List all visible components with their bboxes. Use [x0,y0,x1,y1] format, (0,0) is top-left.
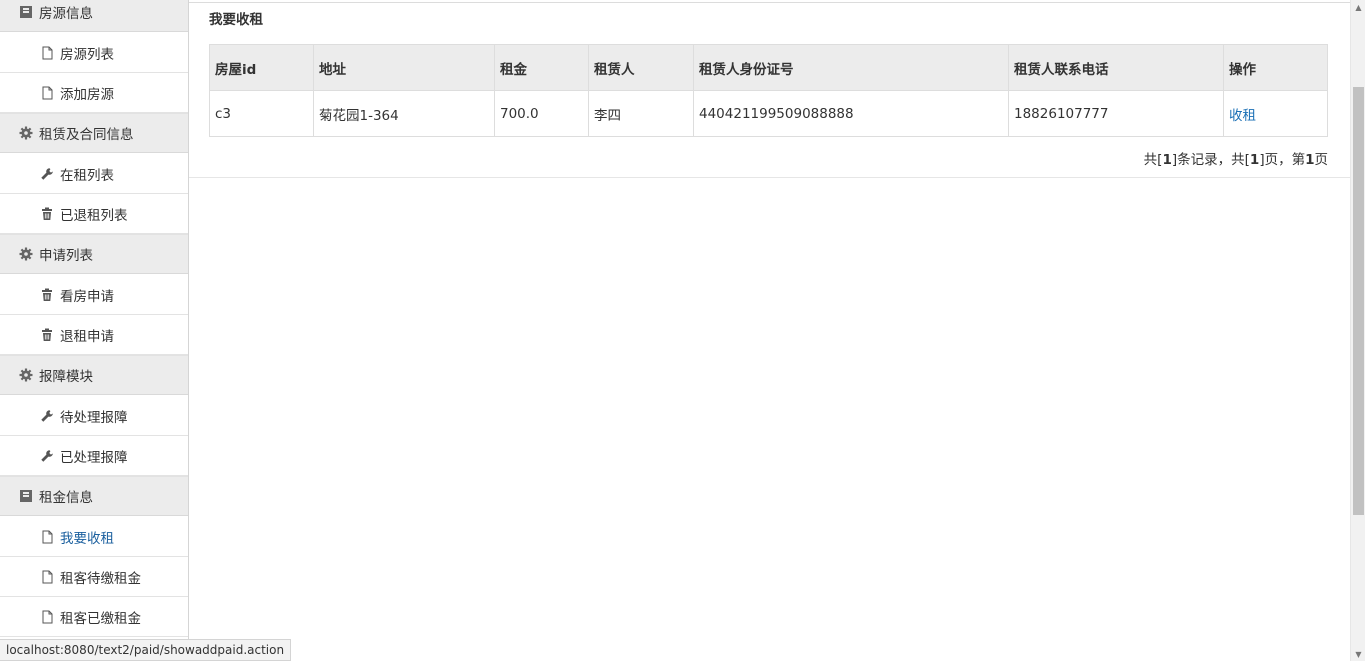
table-row: c3 菊花园1-364 700.0 李四 440421199509088888 … [209,90,1328,137]
sidebar-item-tenant-paid[interactable]: 租客已缴租金 [0,597,188,637]
sidebar-item-viewing-requests[interactable]: 看房申请 [0,275,188,315]
pager-page-count: 1 [1249,152,1260,168]
rent-table: 房屋id 地址 租金 租赁人 租赁人身份证号 租赁人联系电话 操作 c3 菊花园… [209,44,1328,137]
sidebar-group-label: 房源信息 [39,6,93,22]
trash-icon [40,207,54,221]
wrench-icon [40,167,54,181]
sidebar-item-tenant-unpaid[interactable]: 租客待缴租金 [0,557,188,597]
pager-text: 页 [1314,152,1329,168]
file-icon [40,46,54,60]
sidebar: 房源信息 房源列表 添加房源 租赁及合同信息 在租列表 已退租列表 申请列表 看… [0,0,189,661]
column-header-tenant: 租赁人 [588,44,694,91]
sidebar-item-label: 租客待缴租金 [60,570,141,587]
sidebar-item-label: 退租申请 [60,328,114,345]
sidebar-group-rent-info[interactable]: 租金信息 [0,476,188,516]
sidebar-item-collect-rent[interactable]: 我要收租 [0,517,188,557]
column-header-tenant-id-number: 租赁人身份证号 [693,44,1009,91]
column-header-rent: 租金 [494,44,589,91]
cell-house-id: c3 [209,90,314,137]
sidebar-item-label: 待处理报障 [60,409,128,426]
sidebar-item-label: 添加房源 [60,86,114,103]
file-icon [40,530,54,544]
column-header-actions: 操作 [1223,44,1328,91]
sidebar-group-house-info[interactable]: 房源信息 [0,0,188,32]
sidebar-item-label: 租客已缴租金 [60,610,141,627]
table-header-row: 房屋id 地址 租金 租赁人 租赁人身份证号 租赁人联系电话 操作 [209,44,1328,91]
file-icon [40,570,54,584]
pager-text: ]条记录，共[ [1171,152,1250,168]
sidebar-item-label: 我要收租 [60,530,114,547]
cog-icon [19,368,33,382]
pager-text: 共[ [1143,152,1163,168]
sidebar-item-label: 已处理报障 [60,449,128,466]
sidebar-item-house-list[interactable]: 房源列表 [0,33,188,73]
pagination-info: 共[1]条记录，共[1]页，第1页 [1144,148,1328,168]
file-icon [40,610,54,624]
pager-current-page: 1 [1305,152,1315,168]
wrench-icon [40,449,54,463]
trash-icon [40,288,54,302]
sidebar-item-ended-list[interactable]: 已退租列表 [0,194,188,234]
cell-rent: 700.0 [494,90,589,137]
scroll-down-arrow-icon[interactable]: ▼ [1351,647,1365,661]
sidebar-item-add-house[interactable]: 添加房源 [0,73,188,113]
sidebar-group-applications[interactable]: 申请列表 [0,234,188,274]
sidebar-item-renting-list[interactable]: 在租列表 [0,154,188,194]
sidebar-item-pending-repairs[interactable]: 待处理报障 [0,396,188,436]
column-header-tenant-phone: 租赁人联系电话 [1008,44,1224,91]
main-content: 我要收租 房屋id 地址 租金 租赁人 租赁人身份证号 租赁人联系电话 操作 c… [189,0,1350,661]
collect-rent-link[interactable]: 收租 [1229,108,1256,124]
browser-status-url: localhost:8080/text2/paid/showaddpaid.ac… [0,639,292,661]
sidebar-group-repairs[interactable]: 报障模块 [0,355,188,395]
cell-tenant: 李四 [588,90,694,137]
column-header-house-id: 房屋id [209,44,314,91]
column-header-address: 地址 [313,44,495,91]
divider [189,2,1350,3]
scroll-thumb[interactable] [1353,87,1364,515]
cog-icon [19,247,33,261]
cog-icon [19,126,33,140]
sidebar-item-label: 在租列表 [60,167,114,184]
book-icon [19,489,33,503]
sidebar-item-label: 房源列表 [60,46,114,63]
vertical-scrollbar[interactable]: ▲ ▼ [1350,0,1365,661]
pager-text: ]页，第 [1259,152,1306,168]
trash-icon [40,328,54,342]
cell-tenant-phone: 18826107777 [1008,90,1224,137]
sidebar-group-label: 租金信息 [39,490,93,506]
cell-address: 菊花园1-364 [313,90,495,137]
sidebar-group-label: 申请列表 [39,248,93,264]
sidebar-group-label: 报障模块 [39,369,93,385]
pager-record-count: 1 [1162,152,1172,168]
sidebar-item-checkout-requests[interactable]: 退租申请 [0,315,188,355]
book-icon [19,5,33,19]
file-icon [40,86,54,100]
sidebar-item-label: 看房申请 [60,288,114,305]
sidebar-item-label: 已退租列表 [60,207,128,224]
cell-tenant-id-number: 440421199509088888 [693,90,1009,137]
divider [189,177,1350,178]
wrench-icon [40,409,54,423]
sidebar-item-handled-repairs[interactable]: 已处理报障 [0,436,188,476]
sidebar-group-lease-contract[interactable]: 租赁及合同信息 [0,113,188,153]
page-title: 我要收租 [209,12,263,28]
cell-actions: 收租 [1223,90,1328,137]
sidebar-group-label: 租赁及合同信息 [39,127,134,143]
scroll-up-arrow-icon[interactable]: ▲ [1351,0,1365,14]
